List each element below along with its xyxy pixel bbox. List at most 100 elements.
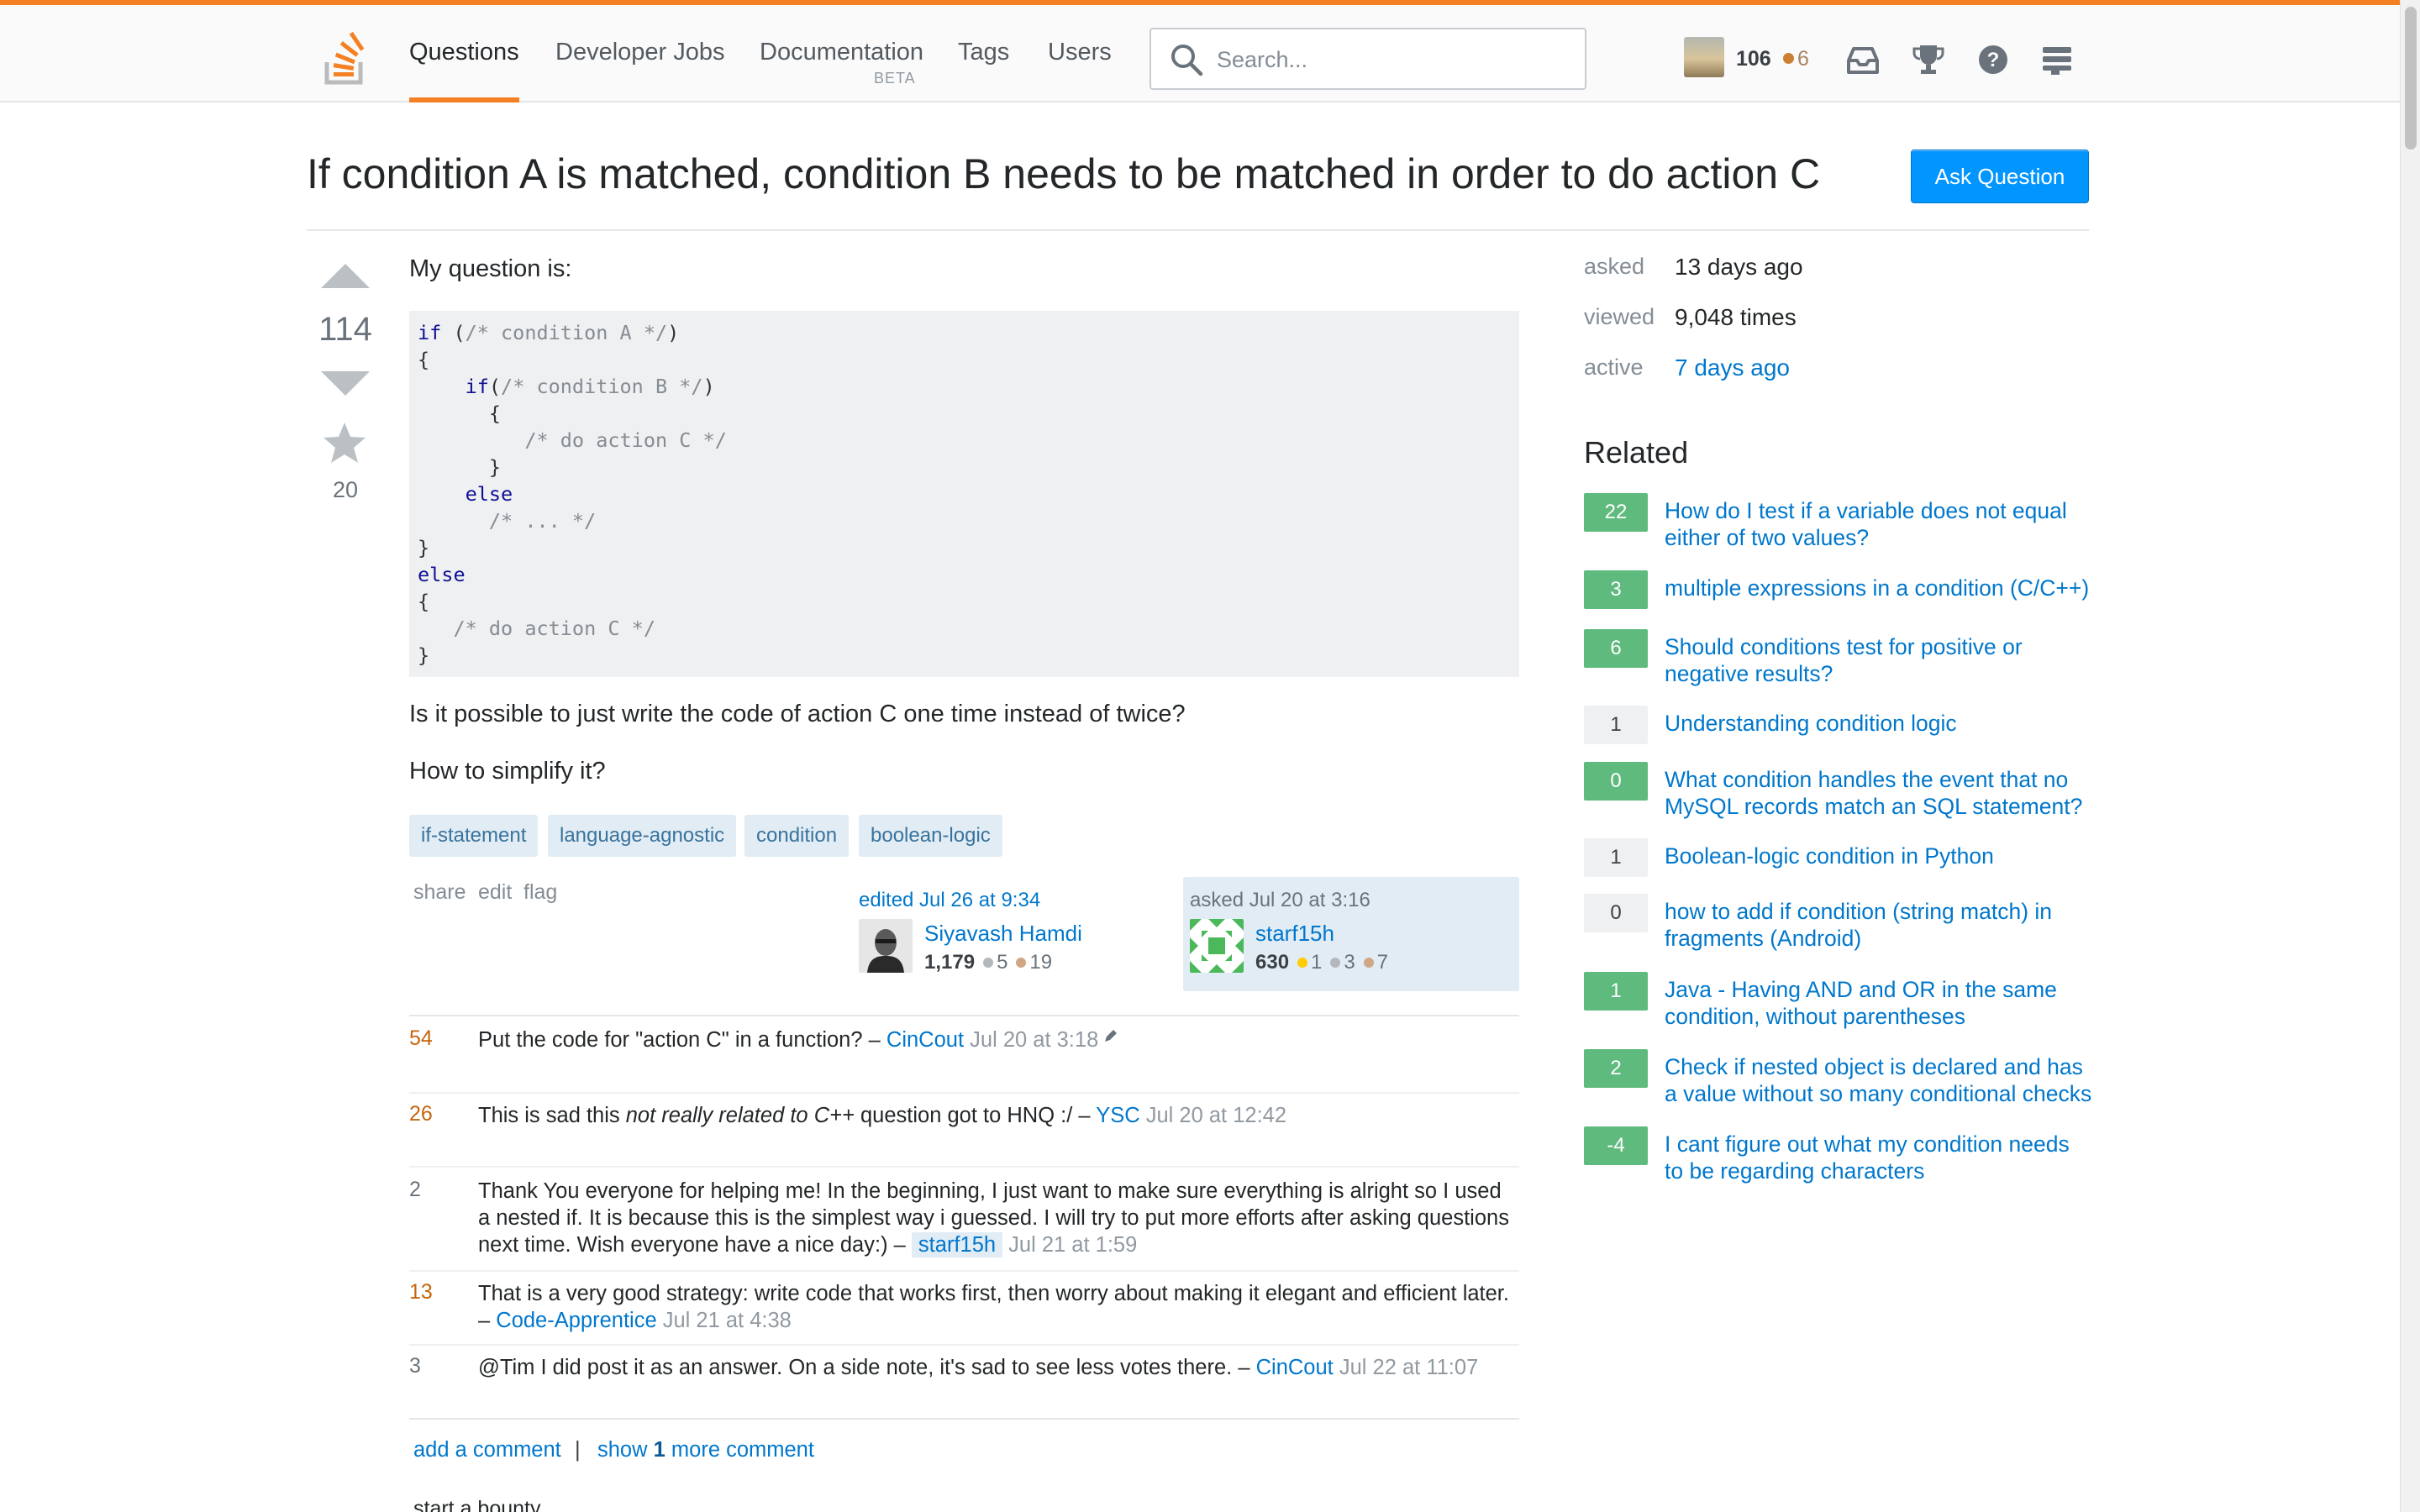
comment-score: 26 (409, 1102, 433, 1126)
related-question-link[interactable]: What condition handles the event that no… (1665, 766, 2093, 820)
user-avatar[interactable] (1684, 37, 1724, 77)
gold-badge-icon (1297, 958, 1308, 968)
flag-link[interactable]: flag (523, 880, 557, 905)
user-reputation[interactable]: 106 (1736, 47, 1771, 71)
show-more-comments-link[interactable]: show 1 more comment (597, 1438, 814, 1462)
nav-developer-jobs[interactable]: Developer Jobs (555, 39, 725, 102)
bronze-badge-icon (1016, 958, 1027, 968)
search-box[interactable] (1150, 28, 1586, 90)
comment-item: 2 Thank You everyone for helping me! In … (409, 1178, 1519, 1272)
site-switcher-icon[interactable] (2039, 42, 2075, 77)
related-question-link[interactable]: Java - Having AND and OR in the same con… (1665, 976, 2093, 1030)
related-question-link[interactable]: Understanding condition logic (1665, 710, 2093, 737)
comment-text: @Tim I did post it as an answer. On a si… (478, 1356, 1256, 1379)
related-score-badge[interactable]: 22 (1584, 493, 1648, 532)
editor-avatar[interactable] (859, 919, 913, 973)
favorite-star-icon[interactable] (321, 420, 368, 467)
search-input[interactable] (1217, 41, 1570, 78)
silver-badge-icon (1330, 958, 1341, 968)
page-scrollbar[interactable] (2400, 0, 2420, 1512)
owner-name[interactable]: starf15h (1255, 921, 1334, 947)
editor-name[interactable]: Siyavash Hamdi (924, 921, 1082, 947)
code-token: { (418, 590, 430, 613)
scrollbar-thumb[interactable] (2405, 7, 2417, 150)
user-bronze-badges[interactable]: 6 (1783, 47, 1809, 71)
comment-date[interactable]: Jul 22 at 11:07 (1339, 1356, 1478, 1379)
achievements-trophy-icon[interactable] (1911, 42, 1946, 77)
owner-reputation: 630 (1255, 951, 1290, 974)
related-score-badge[interactable]: 1 (1584, 838, 1648, 877)
comment-user[interactable]: YSC (1096, 1104, 1139, 1127)
editor-silver-count: 5 (997, 951, 1008, 974)
link-separator: | (575, 1438, 581, 1462)
upvote-arrow-icon[interactable] (321, 264, 370, 288)
show-more-text: show (597, 1438, 654, 1462)
tag-language-agnostic[interactable]: language-agnostic (548, 815, 737, 857)
meta-active-value[interactable]: 7 days ago (1675, 354, 1790, 381)
stack-overflow-logo[interactable] (324, 29, 371, 86)
editor-stats: 1,179 5 19 (924, 951, 1052, 974)
code-token: if (418, 321, 442, 344)
related-question-link[interactable]: Boolean-logic condition in Python (1665, 843, 2093, 869)
comment-date[interactable]: Jul 21 at 4:38 (663, 1309, 792, 1332)
comment-score: 54 (409, 1026, 433, 1050)
tag-if-statement[interactable]: if-statement (409, 815, 539, 857)
related-score-badge[interactable]: 1 (1584, 706, 1648, 744)
ask-question-button[interactable]: Ask Question (1911, 150, 2089, 203)
comment-user[interactable]: CinCout (1256, 1356, 1334, 1379)
related-question-link[interactable]: how to add if condition (string match) i… (1665, 898, 2093, 952)
related-score-badge[interactable]: -4 (1584, 1126, 1648, 1165)
related-score-badge[interactable]: 3 (1584, 570, 1648, 609)
tag-boolean-logic[interactable]: boolean-logic (859, 815, 1002, 857)
comment-item: 26 This is sad this not really related t… (409, 1102, 1519, 1168)
related-question-link[interactable]: Should conditions test for positive or n… (1665, 633, 2093, 687)
code-token: } (418, 643, 430, 667)
related-score-badge[interactable]: 0 (1584, 762, 1648, 801)
related-score-badge[interactable]: 6 (1584, 629, 1648, 668)
comment-date[interactable]: Jul 20 at 12:42 (1146, 1104, 1286, 1127)
comment-item: 13 That is a very good strategy: write c… (409, 1280, 1519, 1346)
nav-users[interactable]: Users (1048, 39, 1112, 102)
related-heading: Related (1584, 435, 1689, 470)
comment-user-op[interactable]: starf15h (911, 1232, 1003, 1257)
comment-user[interactable]: CinCout (886, 1028, 964, 1052)
inbox-icon[interactable] (1845, 42, 1881, 77)
share-link[interactable]: share (413, 880, 466, 905)
owner-silver-count: 3 (1344, 951, 1355, 974)
silver-badge-icon (983, 958, 994, 968)
add-comment-link[interactable]: add a comment (413, 1438, 561, 1462)
code-token: ( (441, 321, 466, 344)
related-question-link[interactable]: multiple expressions in a condition (C/C… (1665, 575, 2093, 601)
tag-condition[interactable]: condition (744, 815, 850, 857)
related-question-link[interactable]: Check if nested object is declared and h… (1665, 1053, 2093, 1107)
bronze-badge-count: 6 (1797, 47, 1809, 71)
comment-date[interactable]: Jul 20 at 3:18 (970, 1028, 1098, 1052)
editor-signature: edited Jul 26 at 9:34 Siyavash Hamdi 1,1… (852, 877, 1155, 986)
related-score-badge[interactable]: 1 (1584, 972, 1648, 1011)
comment-item: 54 Put the code for "action C" in a func… (409, 1026, 1519, 1094)
code-token: /* ... */ (418, 509, 597, 533)
edited-timestamp[interactable]: edited Jul 26 at 9:34 (859, 889, 1040, 912)
related-score-badge[interactable]: 2 (1584, 1049, 1648, 1088)
related-question-link[interactable]: I cant figure out what my condition need… (1665, 1131, 2093, 1184)
start-bounty-link[interactable]: start a bounty (413, 1497, 540, 1512)
comment-date[interactable]: Jul 21 at 1:59 (1008, 1233, 1137, 1257)
owner-identicon-avatar[interactable] (1190, 919, 1244, 973)
code-token: if (418, 375, 489, 398)
question-title[interactable]: If condition A is matched, condition B n… (307, 150, 1820, 198)
code-token: ( (488, 375, 502, 398)
code-token: /* do action C */ (418, 428, 727, 452)
edit-link[interactable]: edit (478, 880, 512, 905)
help-icon[interactable]: ? (1975, 42, 2011, 77)
comment-text: This is sad this (478, 1104, 626, 1127)
downvote-arrow-icon[interactable] (321, 371, 370, 396)
comment-body: This is sad this not really related to C… (478, 1102, 1512, 1129)
nav-questions[interactable]: Questions (409, 39, 519, 102)
related-score-badge[interactable]: 0 (1584, 894, 1648, 932)
svg-text:?: ? (1987, 49, 2000, 71)
related-question-link[interactable]: How do I test if a variable does not equ… (1665, 497, 2093, 551)
nav-tags[interactable]: Tags (958, 39, 1009, 102)
owner-signature: asked Jul 20 at 3:16 starf15h 630 1 3 7 (1183, 877, 1519, 991)
comment-score: 13 (409, 1280, 433, 1304)
comment-user[interactable]: Code-Apprentice (496, 1309, 656, 1332)
